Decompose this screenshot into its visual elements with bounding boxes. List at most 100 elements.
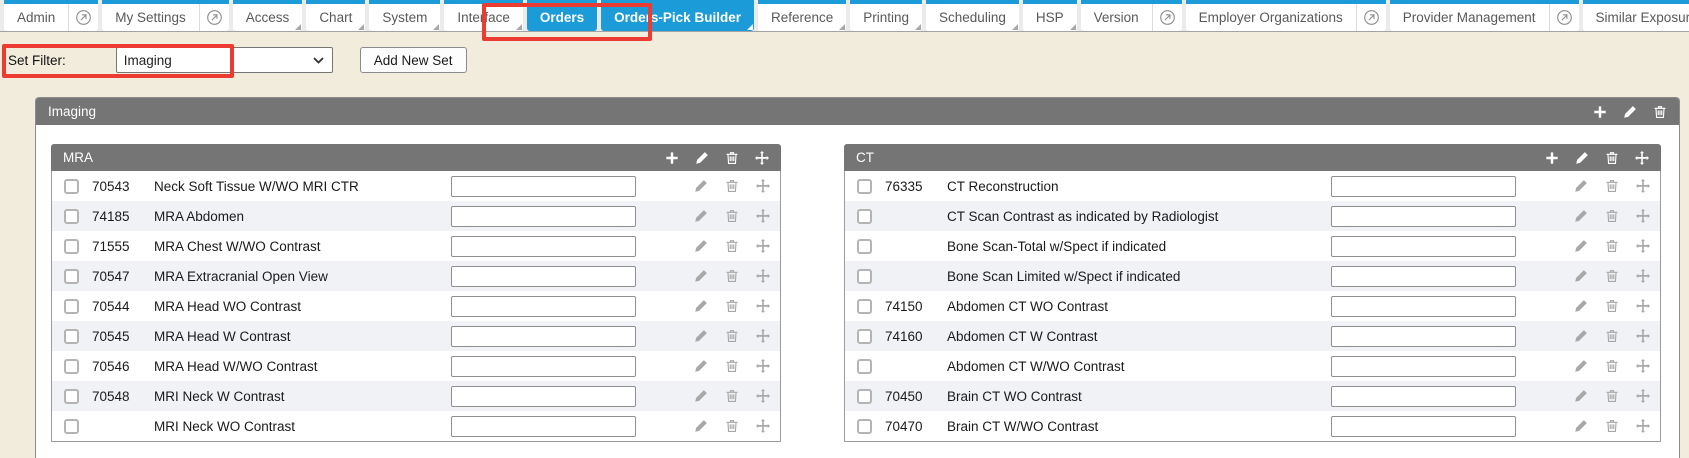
- row-text-input[interactable]: [451, 266, 636, 287]
- tab-printing[interactable]: Printing: [850, 0, 922, 31]
- row-checkbox[interactable]: [857, 179, 872, 194]
- tab-chart[interactable]: Chart: [306, 0, 365, 31]
- row-text-input[interactable]: [451, 206, 636, 227]
- row-text-input[interactable]: [451, 176, 636, 197]
- move-icon[interactable]: [1636, 329, 1650, 343]
- row-text-input[interactable]: [1331, 356, 1516, 377]
- row-checkbox[interactable]: [64, 299, 79, 314]
- row-text-input[interactable]: [1331, 326, 1516, 347]
- plus-icon[interactable]: [1545, 151, 1559, 165]
- move-icon[interactable]: [756, 299, 770, 313]
- pencil-icon[interactable]: [1574, 329, 1588, 343]
- pencil-icon[interactable]: [694, 239, 708, 253]
- row-checkbox[interactable]: [64, 389, 79, 404]
- row-text-input[interactable]: [1331, 236, 1516, 257]
- trash-icon[interactable]: [725, 419, 739, 433]
- row-text-input[interactable]: [1331, 266, 1516, 287]
- set-filter-dropdown[interactable]: Imaging: [116, 47, 333, 73]
- trash-icon[interactable]: [725, 269, 739, 283]
- tab-orders[interactable]: Orders: [527, 0, 597, 31]
- row-checkbox[interactable]: [64, 329, 79, 344]
- move-icon[interactable]: [756, 329, 770, 343]
- row-text-input[interactable]: [1331, 296, 1516, 317]
- move-icon[interactable]: [756, 269, 770, 283]
- row-text-input[interactable]: [1331, 206, 1516, 227]
- move-icon[interactable]: [1636, 419, 1650, 433]
- trash-icon[interactable]: [725, 209, 739, 223]
- tab-admin[interactable]: Admin: [4, 0, 98, 31]
- pencil-icon[interactable]: [1574, 419, 1588, 433]
- tab-scheduling[interactable]: Scheduling: [926, 0, 1019, 31]
- pencil-icon[interactable]: [694, 269, 708, 283]
- row-checkbox[interactable]: [857, 329, 872, 344]
- row-text-input[interactable]: [451, 356, 636, 377]
- row-text-input[interactable]: [451, 326, 636, 347]
- trash-icon[interactable]: [1605, 179, 1619, 193]
- plus-icon[interactable]: [665, 151, 679, 165]
- row-checkbox[interactable]: [64, 269, 79, 284]
- trash-icon[interactable]: [725, 151, 739, 165]
- trash-icon[interactable]: [1605, 329, 1619, 343]
- row-checkbox[interactable]: [857, 269, 872, 284]
- pencil-icon[interactable]: [1574, 209, 1588, 223]
- move-icon[interactable]: [756, 419, 770, 433]
- tab-system[interactable]: System: [369, 0, 440, 31]
- move-icon[interactable]: [1636, 239, 1650, 253]
- open-new-window-button[interactable]: [199, 4, 229, 31]
- pencil-icon[interactable]: [1575, 151, 1589, 165]
- pencil-icon[interactable]: [694, 329, 708, 343]
- row-checkbox[interactable]: [857, 299, 872, 314]
- trash-icon[interactable]: [1653, 105, 1667, 119]
- row-checkbox[interactable]: [857, 389, 872, 404]
- pencil-icon[interactable]: [1574, 389, 1588, 403]
- row-text-input[interactable]: [451, 386, 636, 407]
- row-text-input[interactable]: [451, 416, 636, 437]
- pencil-icon[interactable]: [694, 419, 708, 433]
- tab-version[interactable]: Version: [1081, 0, 1182, 31]
- row-text-input[interactable]: [1331, 176, 1516, 197]
- pencil-icon[interactable]: [694, 209, 708, 223]
- trash-icon[interactable]: [1605, 239, 1619, 253]
- tab-access[interactable]: Access: [233, 0, 303, 31]
- pencil-icon[interactable]: [1574, 179, 1588, 193]
- trash-icon[interactable]: [1605, 299, 1619, 313]
- pencil-icon[interactable]: [1574, 239, 1588, 253]
- tab-reference[interactable]: Reference: [758, 0, 846, 31]
- row-checkbox[interactable]: [64, 209, 79, 224]
- trash-icon[interactable]: [1605, 151, 1619, 165]
- trash-icon[interactable]: [725, 299, 739, 313]
- open-new-window-button[interactable]: [1356, 4, 1386, 31]
- tab-orders-pick-builder[interactable]: Orders-Pick Builder: [601, 0, 754, 31]
- open-new-window-button[interactable]: [1549, 4, 1579, 31]
- move-icon[interactable]: [756, 359, 770, 373]
- row-text-input[interactable]: [1331, 386, 1516, 407]
- move-icon[interactable]: [1635, 151, 1649, 165]
- move-icon[interactable]: [756, 239, 770, 253]
- trash-icon[interactable]: [1605, 419, 1619, 433]
- row-checkbox[interactable]: [64, 419, 79, 434]
- pencil-icon[interactable]: [1574, 359, 1588, 373]
- row-text-input[interactable]: [451, 236, 636, 257]
- row-checkbox[interactable]: [64, 359, 79, 374]
- open-new-window-button[interactable]: [68, 4, 98, 31]
- row-checkbox[interactable]: [857, 359, 872, 374]
- move-icon[interactable]: [1636, 209, 1650, 223]
- tab-my-settings[interactable]: My Settings: [102, 0, 229, 31]
- trash-icon[interactable]: [1605, 269, 1619, 283]
- move-icon[interactable]: [1636, 359, 1650, 373]
- open-new-window-button[interactable]: [1152, 4, 1182, 31]
- row-text-input[interactable]: [1331, 416, 1516, 437]
- move-icon[interactable]: [756, 179, 770, 193]
- trash-icon[interactable]: [725, 389, 739, 403]
- pencil-icon[interactable]: [694, 389, 708, 403]
- tab-provider-management[interactable]: Provider Management: [1390, 0, 1579, 31]
- row-checkbox[interactable]: [857, 419, 872, 434]
- pencil-icon[interactable]: [1623, 105, 1637, 119]
- row-checkbox[interactable]: [857, 239, 872, 254]
- move-icon[interactable]: [1636, 269, 1650, 283]
- pencil-icon[interactable]: [1574, 269, 1588, 283]
- add-new-set-button[interactable]: Add New Set: [360, 47, 467, 73]
- move-icon[interactable]: [756, 209, 770, 223]
- plus-icon[interactable]: [1593, 105, 1607, 119]
- trash-icon[interactable]: [1605, 389, 1619, 403]
